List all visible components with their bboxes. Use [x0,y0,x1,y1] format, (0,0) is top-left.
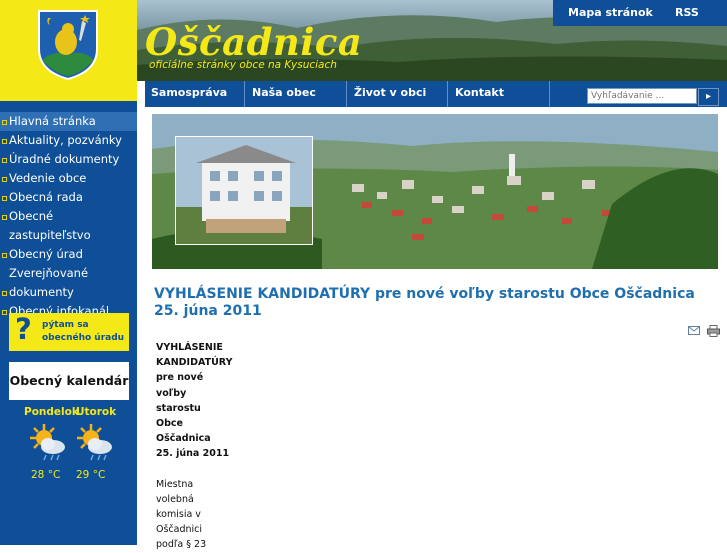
logo-area [0,0,137,101]
sun-cloud-icon [77,424,112,461]
sun-cloud-icon [30,424,65,461]
bullet-icon [2,215,7,220]
menu-item-label: Obecná rada [9,190,83,204]
menu-item-label: Obecný úrad [9,247,83,261]
nav-divider [549,81,550,107]
question-mark-icon: ? [15,312,32,346]
bullet-icon [2,310,7,315]
bullet-icon [2,158,7,163]
menu-item-label: Zverejňované dokumenty [9,266,89,299]
article-bold-line: Obce [156,418,183,430]
search-input[interactable] [587,88,697,104]
sitemap-link[interactable]: Mapa stránok [568,6,653,19]
nav-zivot-v-obci[interactable]: Život v obci [348,81,426,107]
nav-samosprava[interactable]: Samospráva [145,81,227,107]
nav-divider [346,81,347,107]
calendar-label: Obecný kalendár [9,373,129,388]
building-photo-inset [175,136,313,245]
menu-item-uradne-dokumenty[interactable]: Úradné dokumenty [0,150,137,169]
ask-office-button[interactable]: ? pýtam sa obecného úradu [9,312,129,351]
article-tools [688,320,721,339]
menu-item-obecne-zastupitelstvo[interactable]: Obecné zastupiteľstvo [0,207,137,245]
nav-divider [244,81,245,107]
bullet-icon [2,120,7,125]
print-icon[interactable] [707,324,721,337]
menu-item-label: Obecné zastupiteľstvo [9,209,91,242]
menu-item-label: Úradné dokumenty [9,152,120,166]
top-links-bar: Mapa stránok RSS [553,0,727,26]
bullet-icon [2,253,7,258]
article-text-line: volebná [156,493,194,505]
article-bold-line: VYHLÁSENIE [156,342,223,353]
ask-label-line2: obecného úradu [42,333,125,343]
bullet-icon [2,196,7,201]
site-title: Oščadnica [145,20,363,64]
weather-day-2: Utorok [76,406,117,418]
search-arrow-icon[interactable]: ▸ [698,88,719,106]
menu-item-zverejnovane-dokumenty[interactable]: Zverejňované dokumenty [0,264,99,302]
menu-item-label: Aktuality, pozvánky [9,133,122,147]
menu-item-label: Vedenie obce [9,171,87,185]
article-bold-line: voľby [156,387,187,399]
bullet-icon [2,139,7,144]
rss-link[interactable]: RSS [675,6,699,19]
bullet-icon [2,177,7,182]
article-bold-line: Oščadnica [156,433,211,445]
nav-kontakt[interactable]: Kontakt [449,81,504,107]
menu-item-obecny-urad[interactable]: Obecný úrad [0,245,137,264]
article-body: VYHLÁSENIE KANDIDATÚRY pre nové voľby st… [156,340,246,553]
nav-nasa-obec[interactable]: Naša obec [246,81,316,107]
coat-of-arms-logo[interactable] [37,9,99,81]
article-text-line: komisia v [156,509,201,521]
article-bold-line: starostu [156,402,201,414]
calendar-button[interactable]: Obecný kalendár [9,362,129,400]
ask-label-line1: pýtam sa [42,320,89,330]
left-navigation: Hlavná stránka Aktuality, pozvánky Úradn… [0,112,137,321]
left-column: Hlavná stránka Aktuality, pozvánky Úradn… [0,0,137,545]
article-text-line: podľa § 23 [156,539,207,551]
article-text-line: Miestna [156,478,194,490]
article-text-line: Oščadnici [156,524,203,536]
weather-day-1: Pondelok [24,406,79,418]
menu-item-obecna-rada[interactable]: Obecná rada [0,188,137,207]
nav-divider [447,81,448,107]
site-tagline: oficiálne stránky obce na Kysuciach [149,59,337,71]
article-bold-line: pre nové [156,372,204,384]
article-bold-line: 25. júna 2011 [156,448,230,460]
menu-item-aktuality[interactable]: Aktuality, pozvánky [0,131,137,150]
menu-item-vedenie-obce[interactable]: Vedenie obce [0,169,137,188]
article-title: VYHLÁSENIE KANDIDATÚRY pre nové voľby st… [154,286,695,319]
weather-temp-2: 29 °C [76,469,106,481]
menu-item-label: Hlavná stránka [9,114,96,128]
weather-temp-1: 28 °C [31,469,61,481]
bullet-icon [2,291,7,296]
menu-item-hlavna-stranka[interactable]: Hlavná stránka [0,112,137,131]
email-icon[interactable] [688,326,700,335]
article-bold-line: KANDIDATÚRY [156,357,233,369]
